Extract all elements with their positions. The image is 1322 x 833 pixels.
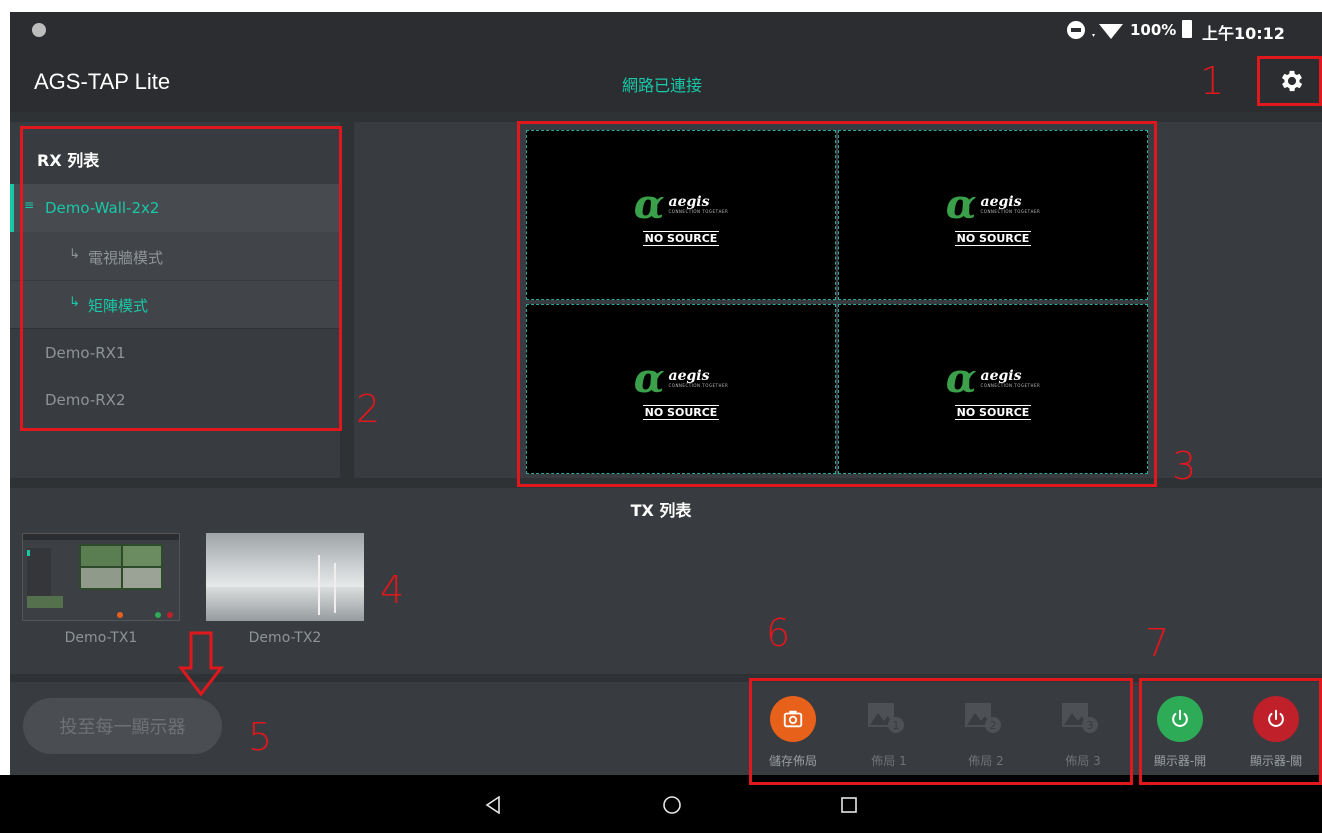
app-title: AGS-TAP Lite	[34, 69, 171, 94]
rx-item-label: 矩陣模式	[88, 297, 149, 315]
power-icon	[1172, 709, 1188, 727]
gear-icon[interactable]	[1278, 67, 1306, 95]
tx-thumbnail-1[interactable]	[22, 533, 180, 621]
back-icon[interactable]	[485, 796, 501, 814]
tx-list-header: TX 列表	[630, 501, 692, 520]
rx-item-label: Demo-Wall-2x2	[45, 199, 160, 217]
annotation-down-arrow-icon	[178, 631, 224, 697]
rx-subitem-matrix-mode[interactable]: ↳ 矩陣模式	[10, 280, 340, 328]
annotation-number-1: 1	[1200, 59, 1225, 103]
tx-divider	[10, 478, 1322, 488]
save-layout-label: 儲存佈局	[768, 754, 817, 768]
svg-text:1: 1	[893, 719, 900, 732]
home-icon[interactable]	[662, 795, 682, 815]
rx-item-demo-rx2[interactable]: Demo-RX2	[10, 376, 340, 424]
annotation-number-2: 2	[356, 387, 381, 431]
wall-icon: ≡	[24, 198, 35, 212]
rx-item-label: Demo-RX2	[45, 391, 126, 409]
aegis-logo: α aegis CONNECTION TOGETHER	[945, 180, 1041, 228]
battery-percent: 100%	[1130, 21, 1177, 39]
svg-text:2: 2	[990, 719, 997, 732]
display-on-label: 顯示器-開	[1153, 754, 1207, 768]
no-source-label: NO SOURCE	[642, 404, 720, 420]
network-status: 網路已連接	[622, 76, 703, 95]
clock: 上午10:12	[1202, 24, 1285, 43]
layout-1-label: 佈局 1	[871, 754, 907, 768]
alpha-logo-icon: α	[633, 180, 665, 228]
no-source-label: NO SOURCE	[954, 404, 1032, 420]
wall-tile-3[interactable]: α aegis CONNECTION TOGETHER NO SOURCE	[526, 304, 836, 474]
tx-label-1: Demo-TX1	[64, 630, 138, 646]
brand-tagline: CONNECTION TOGETHER	[668, 209, 729, 214]
wall-tile-4[interactable]: α aegis CONNECTION TOGETHER NO SOURCE	[838, 304, 1148, 474]
rx-list-header: RX 列表	[37, 151, 100, 170]
brand-name: aegis	[980, 368, 1022, 384]
top-margin	[0, 0, 1322, 12]
status-bar: 100% 上午10:12	[10, 12, 1322, 50]
android-nav-bar	[0, 775, 1322, 833]
battery-icon	[1182, 20, 1192, 38]
sub-arrow-icon: ↳	[69, 295, 80, 310]
top-divider	[10, 112, 1322, 122]
annotation-number-3: 3	[1172, 444, 1197, 488]
notification-dot-icon	[32, 23, 46, 37]
left-margin	[0, 0, 10, 775]
display-on-button[interactable]	[1157, 696, 1203, 742]
rx-subitem-tv-wall-mode[interactable]: ↳ 電視牆模式	[10, 232, 340, 280]
alpha-logo-icon: α	[945, 180, 977, 228]
brand-tagline: CONNECTION TOGETHER	[668, 383, 729, 388]
annotation-number-7: 7	[1145, 621, 1170, 665]
rx-item-label: Demo-RX1	[45, 344, 126, 362]
save-layout-button[interactable]	[770, 696, 816, 742]
rx-item-label: 電視牆模式	[88, 249, 164, 267]
layout-1-button[interactable]: 1	[866, 701, 906, 735]
no-source-label: NO SOURCE	[954, 230, 1032, 246]
aegis-logo: α aegis CONNECTION TOGETHER	[633, 180, 729, 228]
no-source-label: NO SOURCE	[642, 230, 720, 246]
selected-indicator	[10, 184, 14, 232]
recents-icon[interactable]	[840, 796, 858, 814]
power-icon	[1268, 709, 1284, 727]
aegis-logo: α aegis CONNECTION TOGETHER	[945, 354, 1041, 402]
annotation-number-4: 4	[380, 568, 405, 612]
aegis-logo: α aegis CONNECTION TOGETHER	[633, 354, 729, 402]
rx-item-demo-rx1[interactable]: Demo-RX1	[10, 328, 340, 376]
brand-tagline: CONNECTION TOGETHER	[980, 383, 1041, 388]
brand-tagline: CONNECTION TOGETHER	[980, 209, 1041, 214]
rx-item-demo-wall[interactable]: ≡ Demo-Wall-2x2	[10, 184, 340, 232]
wall-tile-1[interactable]: α aegis CONNECTION TOGETHER NO SOURCE	[526, 130, 836, 300]
panel-divider	[340, 122, 354, 478]
brand-name: aegis	[668, 194, 710, 210]
dnd-icon	[1067, 21, 1085, 39]
wall-tile-2[interactable]: α aegis CONNECTION TOGETHER NO SOURCE	[838, 130, 1148, 300]
tx-label-2: Demo-TX2	[248, 630, 322, 646]
layout-2-button[interactable]: 2	[963, 701, 1003, 735]
annotation-number-5: 5	[248, 715, 273, 759]
app-bar: AGS-TAP Lite 網路已連接	[10, 50, 1322, 112]
tx-thumbnail-2[interactable]	[206, 533, 364, 621]
wifi-icon	[1092, 24, 1123, 39]
layout-3-button[interactable]: 3	[1060, 701, 1100, 735]
alpha-logo-icon: α	[945, 354, 977, 402]
display-off-label: 顯示器-關	[1249, 754, 1303, 768]
layout-2-label: 佈局 2	[968, 754, 1004, 768]
alpha-logo-icon: α	[633, 354, 665, 402]
brand-name: aegis	[980, 194, 1022, 210]
annotation-number-6: 6	[766, 611, 791, 655]
camera-icon	[783, 710, 803, 728]
display-off-button[interactable]	[1253, 696, 1299, 742]
brand-name: aegis	[668, 368, 710, 384]
cast-to-all-displays-button[interactable]: 投至每一顯示器	[23, 698, 222, 754]
svg-text:3: 3	[1087, 719, 1094, 732]
screenshot: 100% 上午10:12 AGS-TAP Lite 網路已連接 RX 列表 ≡ …	[0, 0, 1322, 833]
layout-3-label: 佈局 3	[1065, 754, 1101, 768]
sub-arrow-icon: ↳	[69, 247, 80, 262]
